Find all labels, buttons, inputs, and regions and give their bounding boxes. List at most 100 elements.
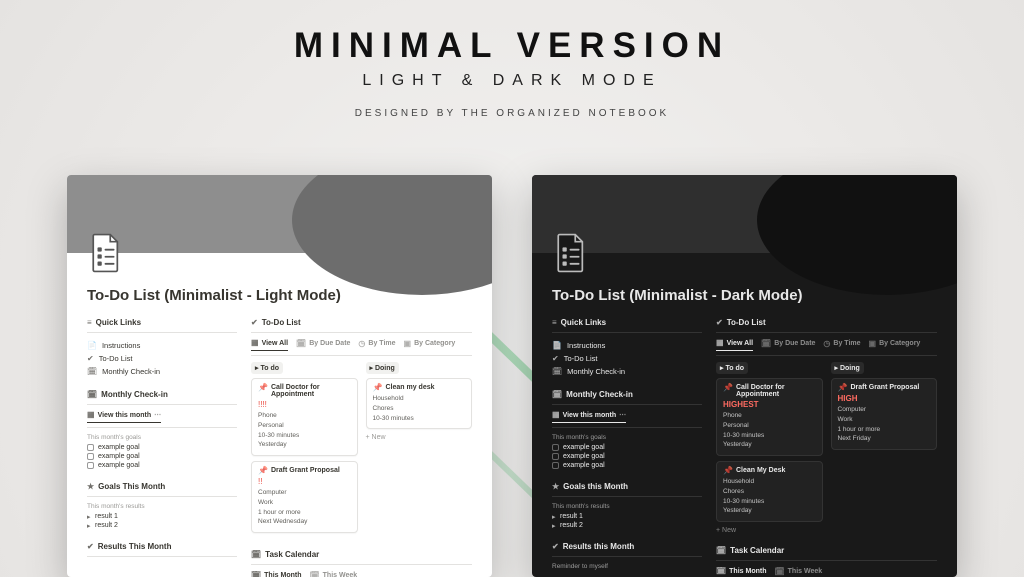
- link-instructions[interactable]: 📄Instructions: [552, 339, 702, 352]
- goal-item[interactable]: example goal: [552, 452, 702, 461]
- reminder-text: Reminder to myself: [552, 563, 702, 570]
- tab-by-time[interactable]: ◷By Time: [823, 339, 860, 351]
- tag-icon: ▣: [404, 340, 412, 348]
- results-this-month-heading: Results This Month: [98, 542, 172, 551]
- calendar-icon: 🗓: [87, 368, 97, 376]
- tab-view-all[interactable]: ▦View All: [716, 339, 753, 351]
- link-instructions[interactable]: 📄Instructions: [87, 339, 237, 352]
- list-item[interactable]: result 1: [552, 512, 702, 521]
- pin-icon: 📌: [373, 384, 383, 392]
- goals-label: This month's goals: [552, 434, 702, 441]
- table-icon: ▦: [552, 411, 560, 419]
- link-monthly[interactable]: 🗓Monthly Check-in: [87, 365, 237, 378]
- monthly-checkin-heading: Monthly Check-in: [101, 390, 168, 399]
- goal-item[interactable]: example goal: [552, 443, 702, 452]
- link-monthly[interactable]: 🗓Monthly Check-in: [552, 365, 702, 378]
- task-card[interactable]: 📌Clean My Desk Household Chores 10-30 mi…: [716, 461, 823, 522]
- table-icon: ▦: [87, 411, 95, 419]
- check-icon: ✔: [716, 319, 723, 327]
- tab-this-week[interactable]: 🗓This Week: [309, 571, 357, 577]
- checklist-page-icon: [89, 233, 123, 273]
- calendar-icon: 🗓: [296, 340, 306, 348]
- task-card[interactable]: 📌Clean my desk Household Chores 10-30 mi…: [366, 378, 473, 429]
- task-card[interactable]: 📌Call Doctor for Appointment HIGHEST Pho…: [716, 378, 823, 456]
- tab-view-this-month[interactable]: ▦View this month ⋯: [87, 411, 161, 423]
- check-icon: ✔: [87, 355, 94, 363]
- goal-item[interactable]: example goal: [552, 461, 702, 470]
- checkbox-icon[interactable]: [87, 462, 94, 469]
- board-col-doing[interactable]: ▸ Doing: [366, 362, 399, 374]
- task-calendar-heading: Task Calendar: [265, 550, 319, 559]
- pin-icon: 📌: [723, 384, 733, 392]
- clock-icon: ◷: [823, 340, 830, 348]
- clock-icon: ◷: [358, 340, 365, 348]
- tab-by-due-date[interactable]: 🗓By Due Date: [296, 339, 350, 351]
- page-cover: [67, 175, 492, 253]
- todo-heading: To-Do List: [262, 318, 301, 327]
- tab-by-due-date[interactable]: 🗓By Due Date: [761, 339, 815, 351]
- pin-icon: 📌: [258, 467, 268, 475]
- check-icon: ✔: [251, 319, 258, 327]
- todo-view-tabs: ▦View All 🗓By Due Date ◷By Time ▣By Cate…: [716, 339, 937, 351]
- link-todo[interactable]: ✔To-Do List: [552, 352, 702, 365]
- task-card[interactable]: 📌Draft Grant Proposal HIGH Computer Work…: [831, 378, 938, 450]
- tab-by-category[interactable]: ▣By Category: [404, 339, 456, 351]
- star-icon: ★: [87, 483, 94, 491]
- link-todo[interactable]: ✔To-Do List: [87, 352, 237, 365]
- tag-icon: ▣: [869, 340, 877, 348]
- checkbox-icon[interactable]: [87, 444, 94, 451]
- check-icon: ✔: [87, 543, 94, 551]
- calendar-icon: 🗓: [716, 567, 726, 575]
- board-col-todo[interactable]: ▸ To do: [716, 362, 748, 374]
- goals-this-month-heading: Goals this Month: [563, 482, 628, 491]
- tab-by-time[interactable]: ◷By Time: [358, 339, 395, 351]
- calendar-icon: 🗓: [251, 571, 261, 577]
- board-icon: ▦: [716, 339, 724, 347]
- priority-badge: HIGHEST: [723, 400, 816, 409]
- calendar-icon: 🗓: [761, 340, 771, 348]
- light-mode-screenshot: To-Do List (Minimalist - Light Mode) ≡Qu…: [67, 175, 492, 577]
- page-cover: [532, 175, 957, 253]
- results-this-month-heading: Results this Month: [563, 542, 635, 551]
- board-col-doing[interactable]: ▸ Doing: [831, 362, 864, 374]
- tab-this-month[interactable]: 🗓This Month: [716, 567, 766, 577]
- task-calendar-heading: Task Calendar: [730, 546, 784, 555]
- results-label: This month's results: [87, 503, 237, 510]
- goal-item[interactable]: example goal: [87, 452, 237, 461]
- board-col-todo[interactable]: ▸ To do: [251, 362, 283, 374]
- priority-badge: HIGH: [838, 394, 931, 403]
- check-icon: ✔: [552, 355, 559, 363]
- tab-view-this-month[interactable]: ▦View this month ⋯: [552, 411, 626, 423]
- calendar-icon: 🗓: [552, 391, 562, 399]
- goal-item[interactable]: example goal: [87, 443, 237, 452]
- list-item[interactable]: result 2: [87, 521, 237, 530]
- calendar-icon: 🗓: [87, 391, 97, 399]
- doc-icon: 📄: [87, 342, 97, 350]
- checkbox-icon[interactable]: [87, 453, 94, 460]
- quick-links-heading: Quick Links: [96, 318, 141, 327]
- tab-by-category[interactable]: ▣By Category: [869, 339, 921, 351]
- todo-heading: To-Do List: [727, 318, 766, 327]
- pin-icon: 📌: [838, 384, 848, 392]
- checkbox-icon[interactable]: [552, 444, 559, 451]
- new-task-button[interactable]: + New: [716, 527, 823, 534]
- new-task-button[interactable]: + New: [366, 434, 473, 441]
- tab-this-week[interactable]: 🗓This Week: [774, 567, 822, 577]
- menu-icon: ≡: [552, 319, 557, 327]
- calendar-icon: 🗓: [552, 368, 562, 376]
- checkbox-icon[interactable]: [552, 462, 559, 469]
- board-icon: ▦: [251, 339, 259, 347]
- goal-item[interactable]: example goal: [87, 461, 237, 470]
- pin-icon: 📌: [258, 384, 268, 392]
- star-icon: ★: [552, 483, 559, 491]
- list-item[interactable]: result 2: [552, 521, 702, 530]
- tab-this-month[interactable]: 🗓This Month: [251, 571, 301, 577]
- calendar-icon: 🗓: [774, 568, 784, 576]
- task-card[interactable]: 📌Call Doctor for Appointment !!!! Phone …: [251, 378, 358, 456]
- task-card[interactable]: 📌Draft Grant Proposal !! Computer Work 1…: [251, 461, 358, 533]
- list-item[interactable]: result 1: [87, 512, 237, 521]
- tab-view-all[interactable]: ▦View All: [251, 339, 288, 351]
- dark-mode-screenshot: To-Do List (Minimalist - Dark Mode) ≡Qui…: [532, 175, 957, 577]
- doc-icon: 📄: [552, 342, 562, 350]
- checkbox-icon[interactable]: [552, 453, 559, 460]
